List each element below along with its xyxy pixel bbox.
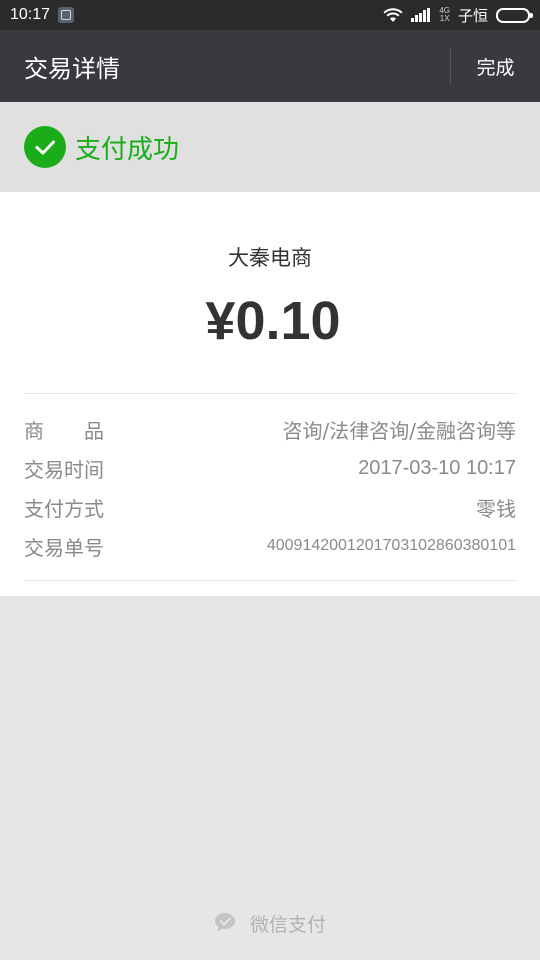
- page-title: 交易详情: [24, 54, 120, 83]
- done-button[interactable]: 完成: [451, 30, 540, 102]
- detail-row-transaction-id: 交易单号 4009142001201703102860380101: [24, 532, 516, 560]
- detail-label: 支付方式: [24, 496, 104, 521]
- payment-amount: ¥0.10: [205, 291, 341, 351]
- detail-row-product: 商品 咨询/法律咨询/金融咨询等: [24, 415, 516, 443]
- footer: 微信支付: [0, 906, 540, 940]
- detail-row-payment-method: 支付方式 零钱: [24, 493, 516, 521]
- payment-status-banner: 支付成功: [0, 102, 540, 192]
- battery-icon: [496, 7, 533, 23]
- app-notification-icon: [58, 7, 75, 23]
- network-badge: 4G 1X: [439, 7, 450, 23]
- card-divider-bottom: [24, 580, 516, 581]
- carrier-name: 子恒: [457, 6, 488, 25]
- network-type-bottom: 1X: [439, 14, 450, 23]
- status-indicators: 4G 1X 子恒: [383, 5, 533, 26]
- signal-icon: [411, 8, 431, 22]
- wifi-icon: [383, 7, 403, 23]
- detail-value: 零钱: [476, 496, 516, 521]
- nav-bar: 交易详情 完成: [0, 30, 540, 102]
- detail-label: 商品: [24, 418, 144, 443]
- status-bar: 10:17 4G 1X 子恒: [0, 0, 540, 30]
- detail-value: 4009142001201703102860380101: [266, 537, 516, 554]
- merchant-name: 大秦电商: [228, 246, 312, 270]
- detail-value: 咨询/法律咨询/金融咨询等: [282, 418, 516, 443]
- transaction-card: 大秦电商 ¥0.10 商品 咨询/法律咨询/金融咨询等 交易时间 2017-03…: [0, 192, 540, 596]
- check-icon: [24, 126, 66, 168]
- detail-value: 2017-03-10 10:17: [358, 456, 516, 479]
- card-divider-top: [24, 393, 516, 394]
- detail-row-time: 交易时间 2017-03-10 10:17: [24, 454, 516, 482]
- wechat-pay-icon: [214, 912, 242, 934]
- status-time: 10:17: [10, 6, 51, 23]
- detail-label: 交易时间: [24, 457, 104, 482]
- detail-label: 交易单号: [24, 535, 104, 560]
- payment-status-text: 支付成功: [75, 134, 180, 165]
- footer-label: 微信支付: [249, 913, 326, 936]
